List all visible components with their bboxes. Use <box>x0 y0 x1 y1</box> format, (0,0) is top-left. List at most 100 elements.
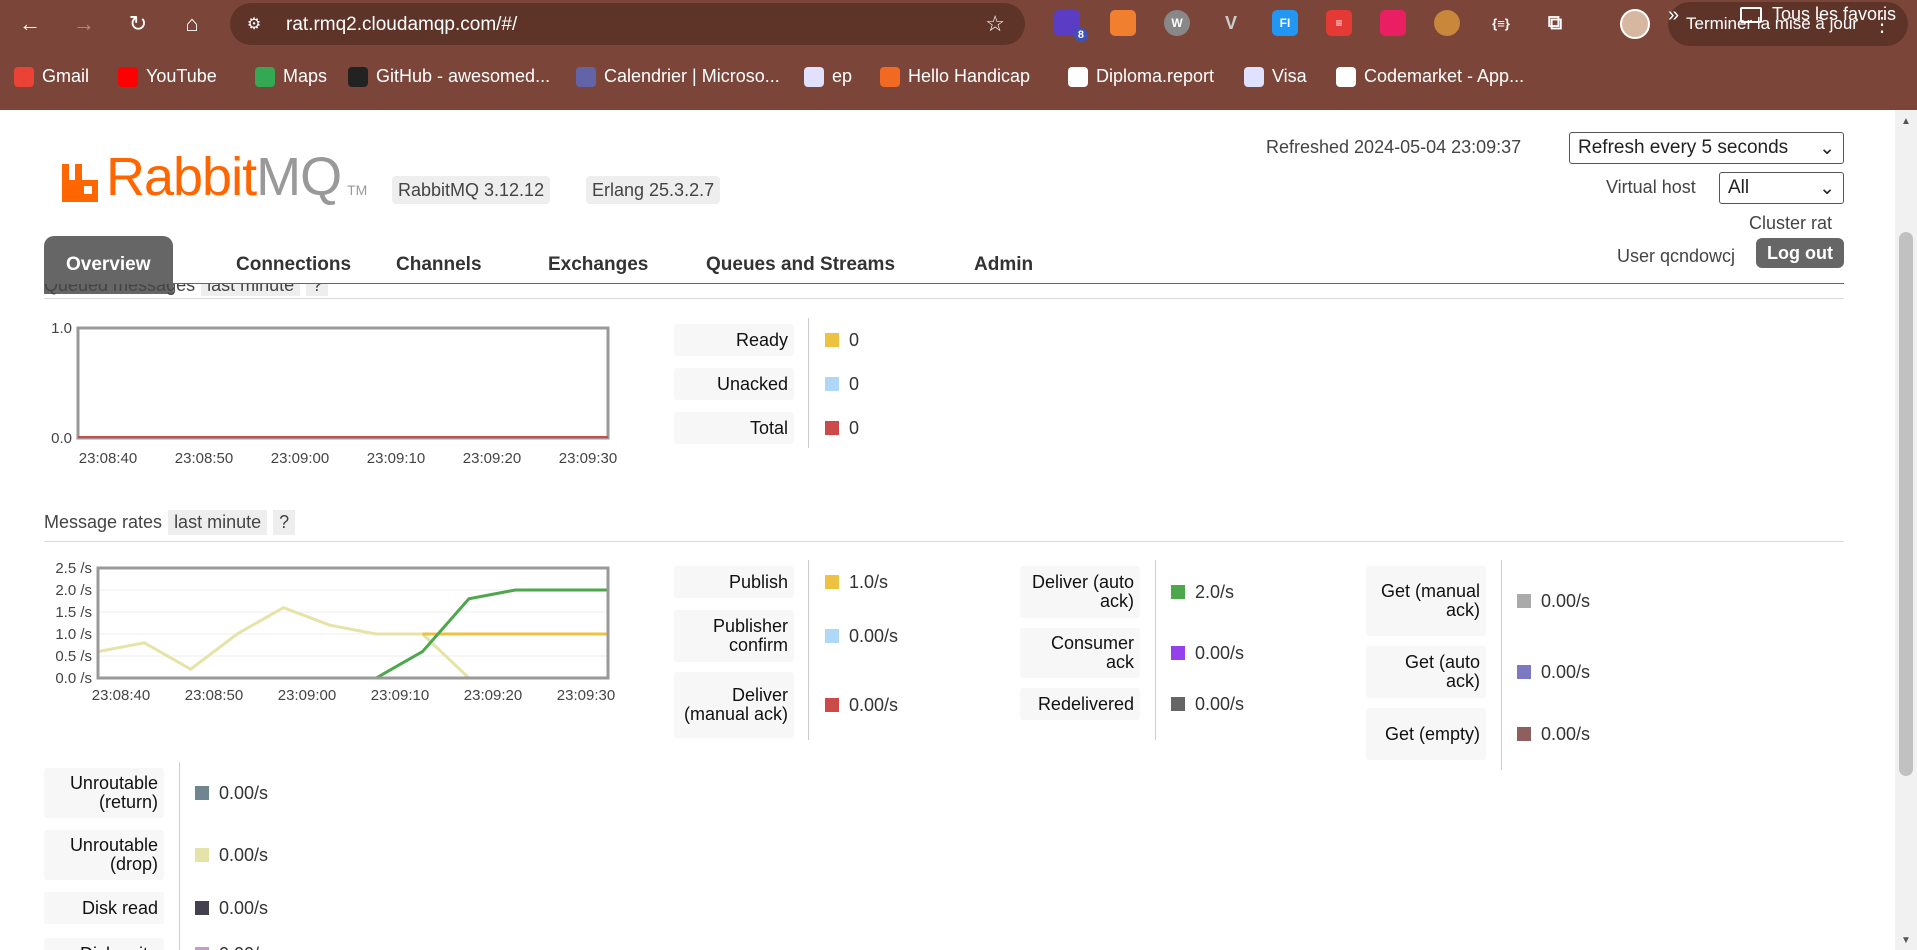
extension-fi-icon[interactable]: FI <box>1272 10 1298 36</box>
browser-chrome: ← → ↻ ⌂ ⚙ rat.rmq2.cloudamqp.com/#/ ☆ 8 … <box>0 0 1917 110</box>
tab-admin[interactable]: Admin <box>952 236 1055 294</box>
forward-arrow-icon[interactable]: → <box>68 8 100 40</box>
x-tick-label: 23:08:50 <box>185 687 243 704</box>
reload-icon[interactable]: ↻ <box>122 8 154 40</box>
stat-label: Unroutable (drop) <box>44 830 164 880</box>
rates-range-toggle[interactable]: last minute <box>168 510 268 535</box>
tab-queues-streams[interactable]: Queues and Streams <box>684 236 917 294</box>
rabbitmq-logo[interactable]: RabbitMQ TM <box>60 150 367 204</box>
bookmark-label: Hello Handicap <box>908 66 1031 86</box>
vhost-select[interactable]: All ⌄ <box>1719 172 1844 204</box>
x-tick-label: 23:09:00 <box>278 687 336 704</box>
extension-todoist-icon[interactable]: ≡ <box>1326 10 1352 36</box>
bookmark-item[interactable]: Codemarket - App... <box>1336 66 1524 87</box>
bookmark-item[interactable]: Maps <box>255 66 327 87</box>
y-tick-label: 2.0 /s <box>55 582 92 599</box>
bookmark-star-icon[interactable]: ☆ <box>985 11 1005 37</box>
stat-value: 1.0/s <box>825 566 888 598</box>
teams-icon <box>576 66 596 87</box>
stat-value-text: 0.00/s <box>1541 661 1591 682</box>
url-text[interactable]: rat.rmq2.cloudamqp.com/#/ <box>286 14 517 36</box>
extension-cookie-icon[interactable] <box>1434 10 1460 36</box>
stat-value: 0.00/s <box>825 610 898 662</box>
scrollbar-thumb[interactable] <box>1899 232 1913 776</box>
address-bar[interactable]: ⚙ rat.rmq2.cloudamqp.com/#/ ☆ <box>230 3 1025 45</box>
bookmark-item[interactable]: Visa <box>1244 66 1307 87</box>
stat-value-text: 0 <box>849 329 860 350</box>
stat-value: 2.0/s <box>1171 566 1234 618</box>
bookmarks-more-icon[interactable]: » <box>1668 4 1679 27</box>
extension-brackets-icon[interactable]: {≡} <box>1488 10 1514 36</box>
extension-wordpress-icon[interactable]: W <box>1164 10 1190 36</box>
refresh-interval-select[interactable]: Refresh every 5 seconds ⌄ <box>1569 132 1844 164</box>
scroll-up-icon[interactable]: ▲ <box>1901 116 1911 127</box>
legend-swatch <box>195 786 209 800</box>
site-settings-icon[interactable]: ⚙ <box>242 12 266 36</box>
profile-avatar[interactable] <box>1620 9 1650 39</box>
extension-v-icon[interactable]: V <box>1218 10 1244 36</box>
extension-fox-icon[interactable] <box>1110 10 1136 36</box>
stat-label: Get (manual ack) <box>1366 566 1486 636</box>
legend-swatch <box>825 377 839 391</box>
extension-badge: 8 <box>1073 28 1088 42</box>
bookmark-label: Visa <box>1272 66 1307 86</box>
tab-divider <box>44 283 1844 284</box>
tab-channels[interactable]: Channels <box>374 236 504 294</box>
bookmark-item[interactable]: YouTube <box>118 66 217 87</box>
stat-label: Ready <box>674 324 794 356</box>
rates-title: Message rates <box>44 512 163 532</box>
message-rates-header: Message rates last minute ? <box>44 510 296 535</box>
legend-swatch <box>1171 646 1185 660</box>
stat-value: 0.00/s <box>195 938 268 950</box>
stat-value-text: 0.00/s <box>1541 590 1591 611</box>
x-tick-label: 23:08:40 <box>79 450 137 467</box>
legend-swatch <box>195 901 209 915</box>
plot-frame <box>76 326 610 440</box>
scroll-down-icon[interactable]: ▼ <box>1901 935 1911 946</box>
stat-label: Redelivered <box>1020 688 1140 720</box>
legend-swatch <box>195 848 209 862</box>
all-bookmarks[interactable]: Tous les favoris <box>1740 4 1896 25</box>
stat-label: Unroutable (return) <box>44 768 164 818</box>
legend-swatch <box>825 333 839 347</box>
stat-value: 0 <box>825 324 859 356</box>
stat-label: Unacked <box>674 368 794 400</box>
logo-tm: TM <box>347 182 368 198</box>
legend-separator <box>808 560 809 740</box>
stat-label: Deliver (manual ack) <box>674 672 794 738</box>
home-icon[interactable]: ⌂ <box>176 8 208 40</box>
page-scrollbar[interactable]: ▲ ▼ <box>1895 110 1917 950</box>
legend-swatch <box>1517 594 1531 608</box>
codemarket-icon <box>1336 66 1356 87</box>
all-bookmarks-label: Tous les favoris <box>1772 4 1897 24</box>
y-tick-label: 1.0 <box>51 320 72 337</box>
stat-value-text: 0.00/s <box>849 694 899 715</box>
bookmark-item[interactable]: GitHub - awesomed... <box>348 66 550 87</box>
bookmark-item[interactable]: Calendrier | Microso... <box>576 66 780 87</box>
legend-swatch <box>1517 665 1531 679</box>
logo-rabbit: Rabbit <box>106 147 257 207</box>
queued-chart-svg: 0.0 1.0 23:08:40 23:08:50 23:09:00 23:09:10 23… <box>51 320 617 467</box>
stat-value: 0.00/s <box>1517 646 1590 698</box>
bookmark-item[interactable]: Diploma.report <box>1068 66 1214 87</box>
logo-mq: MQ <box>256 147 342 207</box>
back-arrow-icon[interactable]: ← <box>14 8 46 40</box>
legend-swatch <box>825 575 839 589</box>
extension-paint-icon[interactable] <box>1380 10 1406 36</box>
bookmark-item[interactable]: Gmail <box>14 66 89 87</box>
bookmarks-bar: Gmail YouTube Maps GitHub - awesomed... Cale… <box>0 62 1917 96</box>
rabbit-logo-icon <box>62 164 98 202</box>
legend-swatch <box>1171 697 1185 711</box>
erlang-version: Erlang 25.3.2.7 <box>586 176 721 204</box>
bookmark-label: Gmail <box>42 66 90 86</box>
legend-separator <box>808 318 809 448</box>
tab-exchanges[interactable]: Exchanges <box>526 236 670 294</box>
logout-button[interactable]: Log out <box>1756 238 1844 268</box>
bookmark-item[interactable]: Hello Handicap <box>880 66 1030 87</box>
extension-graduation-icon[interactable]: 8 <box>1054 10 1088 42</box>
bookmark-item[interactable]: ep <box>804 66 852 87</box>
rates-help-button[interactable]: ? <box>273 510 296 535</box>
stat-label: Get (auto ack) <box>1366 646 1486 698</box>
extensions-puzzle-icon[interactable]: ⧉ <box>1542 10 1568 36</box>
stat-value: 0.00/s <box>1517 566 1590 636</box>
